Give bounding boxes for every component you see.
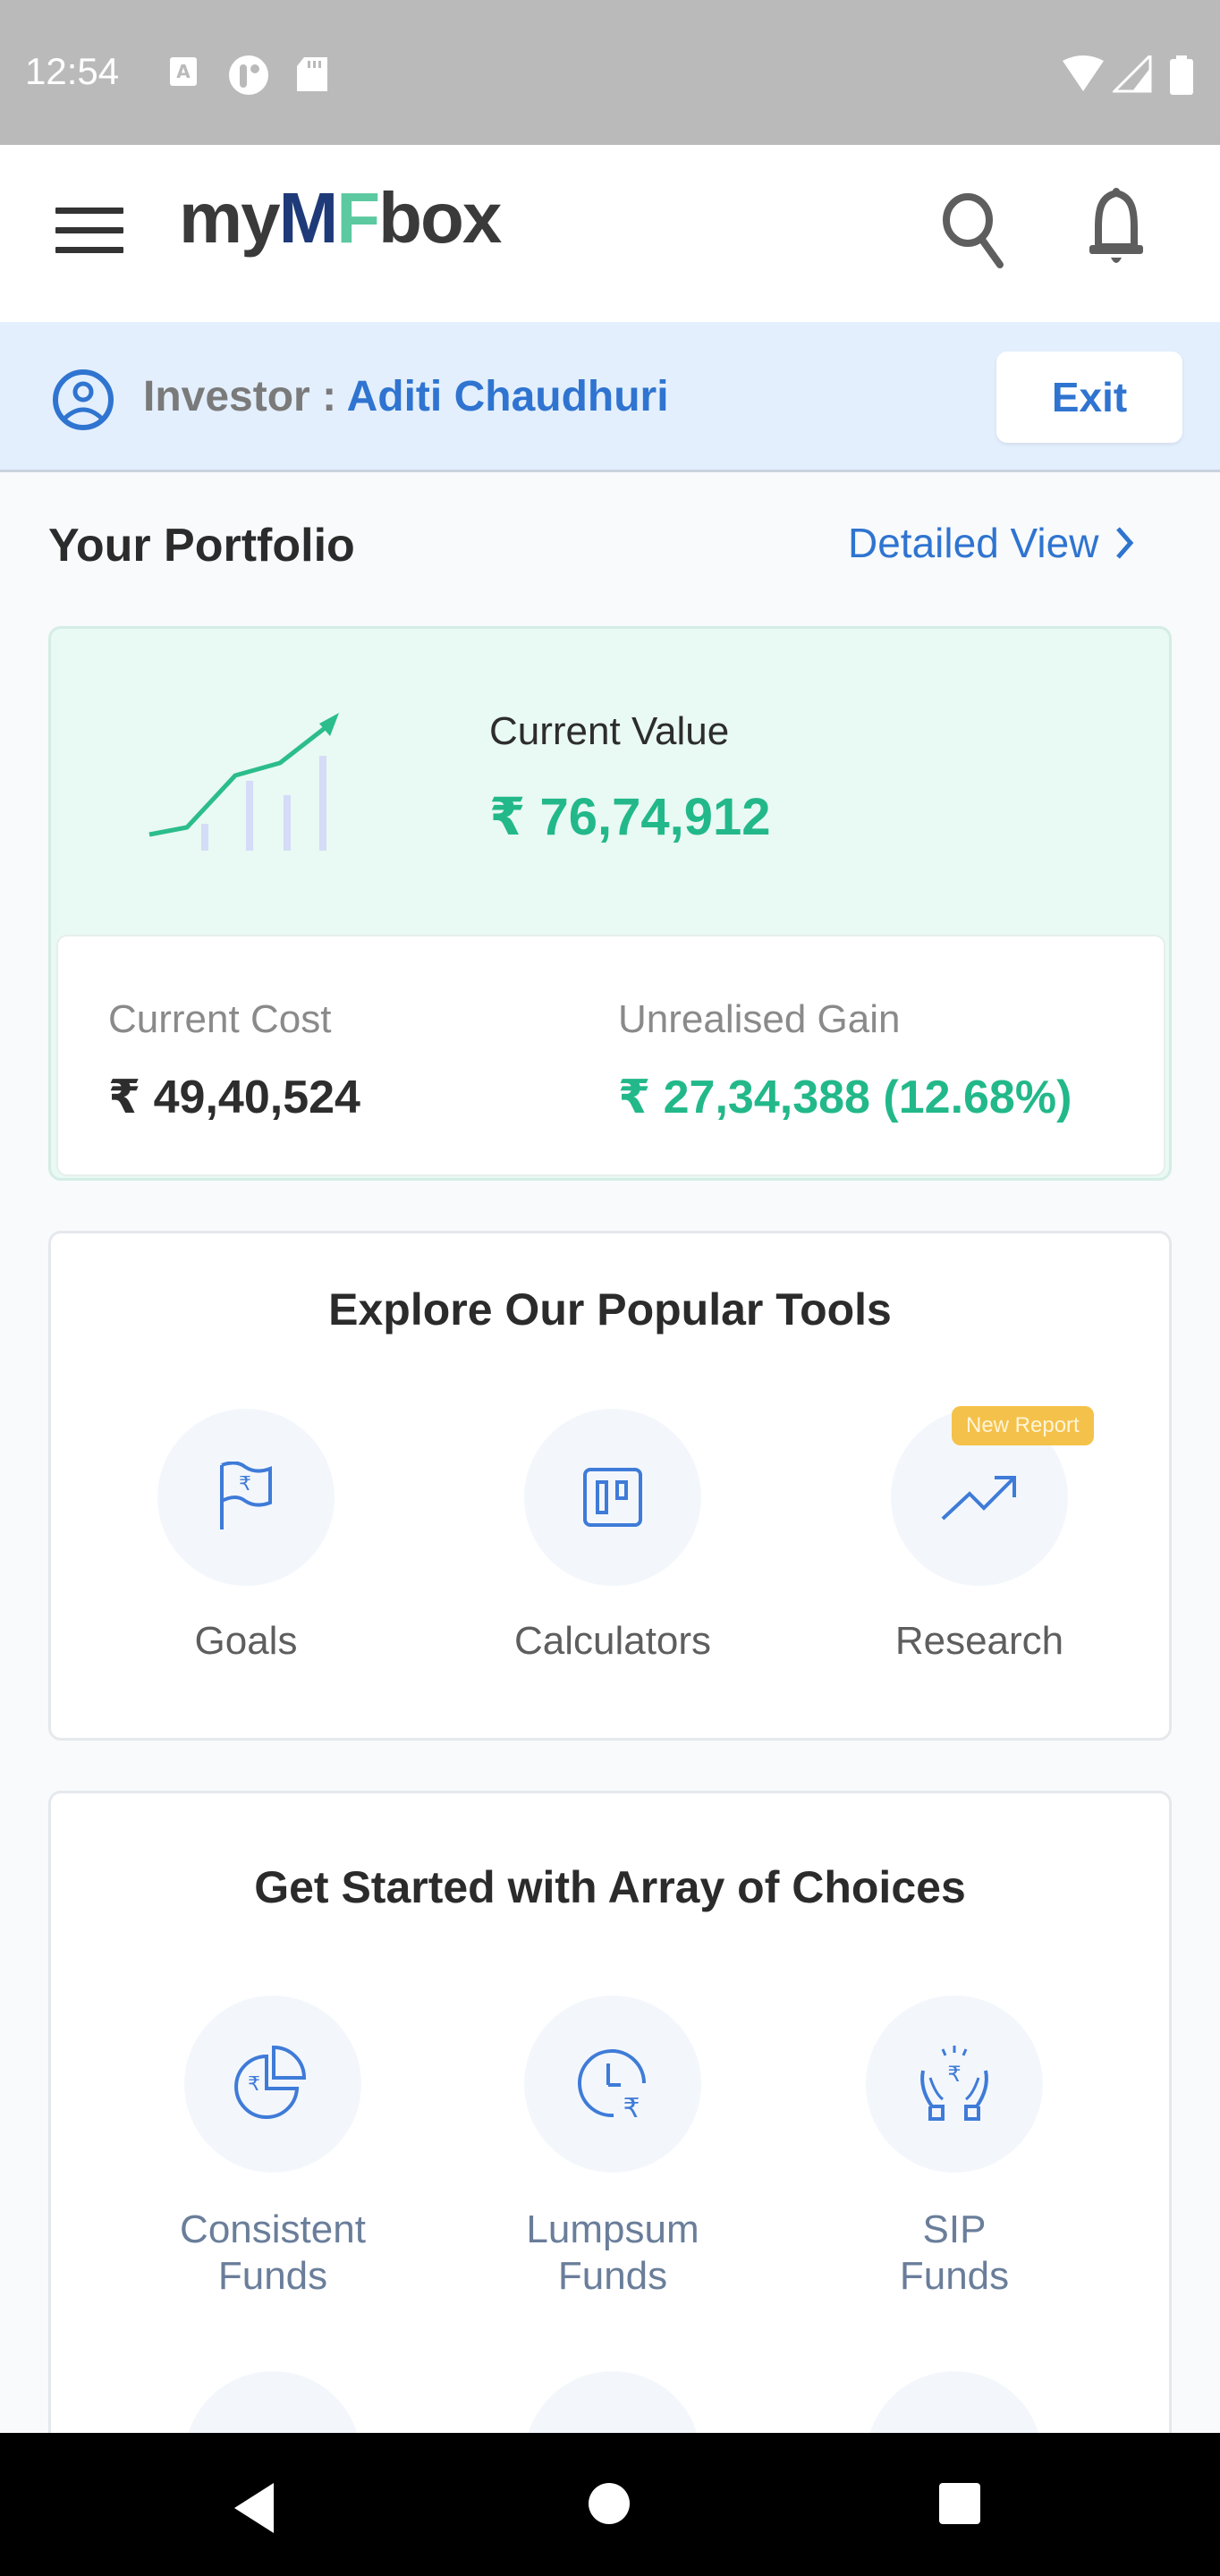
- hamburger-line: [55, 208, 123, 214]
- user-circle-icon: [53, 369, 114, 430]
- popular-tools-title: Explore Our Popular Tools: [328, 1284, 892, 1335]
- logo-part-box: box: [378, 178, 502, 258]
- current-value: ₹ 76,74,912: [489, 788, 771, 846]
- current-value-label: Current Value: [489, 709, 730, 753]
- tool-goals[interactable]: ₹ Goals: [112, 1409, 380, 1665]
- choice-lumpsum-funds[interactable]: ₹ Lumpsum Funds: [479, 1996, 747, 2300]
- current-cost-value: ₹ 49,40,524: [108, 1072, 360, 1123]
- choice-label: SIP Funds: [820, 2207, 1089, 2300]
- trend-up-icon: [941, 1476, 1016, 1521]
- choice-label-line1: Consistent: [180, 2207, 366, 2251]
- bell-icon[interactable]: [1082, 188, 1150, 268]
- choice-sip-funds[interactable]: ₹ SIP Funds: [820, 1996, 1089, 2300]
- tool-research[interactable]: Research: [845, 1409, 1114, 1665]
- tool-icon-circle: ₹: [157, 1409, 335, 1586]
- svg-text:₹: ₹: [623, 2093, 640, 2124]
- back-icon[interactable]: [231, 2481, 277, 2535]
- tool-calculators[interactable]: Calculators: [479, 1409, 747, 1665]
- exit-button[interactable]: Exit: [996, 352, 1182, 443]
- detailed-view-label: Detailed View: [848, 520, 1099, 566]
- portfolio-card[interactable]: Current Value ₹ 76,74,912 Current Cost ₹…: [48, 626, 1172, 1181]
- svg-text:A: A: [176, 61, 191, 82]
- choice-label-line2: Funds: [217, 2254, 328, 2298]
- detailed-view-link[interactable]: Detailed View: [848, 519, 1134, 567]
- svg-text:₹: ₹: [239, 1473, 251, 1496]
- svg-text:₹: ₹: [947, 2062, 961, 2087]
- hamburger-line: [55, 227, 123, 233]
- unrealised-gain-value: ₹ 27,34,388 (12.68%): [618, 1072, 1072, 1123]
- tool-label: Research: [894, 1619, 1064, 1663]
- calculator-icon: [583, 1468, 642, 1527]
- battery-icon: [1170, 55, 1193, 95]
- popular-tools-card: Explore Our Popular Tools ₹ Goals Calcul…: [48, 1231, 1172, 1741]
- choice-label: Lumpsum Funds: [479, 2207, 747, 2300]
- investor-name: Aditi Chaudhuri: [346, 373, 669, 420]
- hamburger-menu-button[interactable]: [55, 208, 123, 256]
- current-cost-label: Current Cost: [108, 997, 332, 1041]
- investor-prefix: Investor :: [143, 373, 347, 420]
- portfolio-title: Your Portfolio: [48, 520, 355, 572]
- logo-part-m: M: [278, 178, 339, 258]
- unrealised-gain-label: Unrealised Gain: [618, 997, 901, 1041]
- choice-label-line2: Funds: [899, 2254, 1010, 2298]
- choice-label-line2: Funds: [557, 2254, 668, 2298]
- choices-title: Get Started with Array of Choices: [254, 1862, 966, 1912]
- new-report-badge: New Report: [952, 1406, 1094, 1445]
- choice-consistent-funds[interactable]: ₹ Consistent Funds: [139, 1996, 407, 2300]
- accessibility-a-icon: A: [170, 57, 197, 86]
- signal-icon: [1113, 55, 1152, 93]
- sd-card-icon: [297, 57, 327, 91]
- wifi-icon: [1063, 55, 1104, 91]
- app-logo: myMFbox: [179, 177, 502, 259]
- app-circle-icon: [229, 55, 268, 95]
- clock-rupee-icon: ₹: [578, 2049, 646, 2124]
- choice-label-line1: SIP: [922, 2207, 987, 2251]
- tool-icon-circle: [524, 1409, 701, 1586]
- choice-icon-circle: ₹: [524, 1996, 701, 2173]
- tool-label: Calculators: [513, 1619, 712, 1663]
- status-time: 12:54: [25, 50, 120, 92]
- search-icon[interactable]: [939, 190, 1011, 270]
- choice-icon-circle: ₹: [184, 1996, 361, 2173]
- choice-label: Consistent Funds: [139, 2207, 407, 2300]
- home-icon[interactable]: [587, 2481, 631, 2526]
- flag-rupee-icon: ₹: [220, 1462, 272, 1530]
- growth-chart-icon: [148, 713, 339, 851]
- hands-rupee-icon: ₹: [920, 2046, 988, 2121]
- choice-label-line1: Lumpsum: [526, 2207, 699, 2251]
- choices-card: Get Started with Array of Choices ₹ Cons…: [48, 1791, 1172, 2506]
- chevron-right-icon: [1116, 527, 1134, 559]
- logo-part-my: my: [179, 178, 281, 258]
- hamburger-line: [55, 247, 123, 253]
- status-bar: 12:54 A: [0, 0, 1220, 145]
- portfolio-summary: Current Cost ₹ 49,40,524 Unrealised Gain…: [56, 935, 1165, 1176]
- svg-text:₹: ₹: [248, 2073, 260, 2096]
- recents-icon[interactable]: [937, 2481, 982, 2526]
- choice-icon-circle: ₹: [866, 1996, 1043, 2173]
- investor-label: Investor : Aditi Chaudhuri: [143, 372, 669, 421]
- pie-rupee-icon: ₹: [234, 2045, 307, 2119]
- tool-label: Goals: [194, 1619, 298, 1663]
- logo-part-f: F: [336, 178, 380, 258]
